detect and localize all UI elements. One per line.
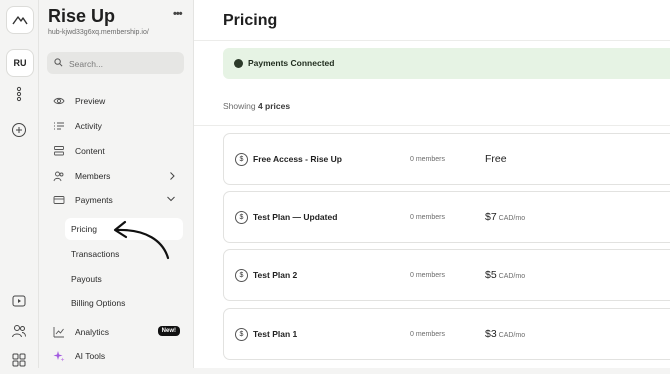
nav-item-preview[interactable]: Preview xyxy=(47,90,184,112)
people-icon[interactable] xyxy=(10,322,28,340)
members-icon xyxy=(53,170,65,182)
price-card[interactable]: $ Test Plan — Updated 0 members $7 CAD/m… xyxy=(223,191,670,243)
dollar-circle-icon: $ xyxy=(235,269,248,282)
search-box[interactable] xyxy=(47,52,184,74)
sparkle-icon xyxy=(53,350,65,362)
video-icon[interactable] xyxy=(10,292,28,310)
sidebar-item-payouts[interactable]: Payouts xyxy=(65,268,183,290)
price-amount: $5 CAD/mo xyxy=(485,269,526,281)
app-title: Rise Up xyxy=(48,6,116,26)
vertical-dots-icon[interactable] xyxy=(10,85,28,103)
info-icon xyxy=(234,59,243,68)
price-name: Test Plan — Updated xyxy=(253,212,338,222)
sidebar: Rise Up ••• hub-kjwd33g6xq.membership.io… xyxy=(39,0,192,368)
price-name: Test Plan 2 xyxy=(253,270,298,280)
price-members: 0 members xyxy=(410,156,446,163)
price-name: Free Access - Rise Up xyxy=(253,154,342,164)
chevron-down-icon xyxy=(167,196,175,202)
dollar-circle-icon: $ xyxy=(235,153,248,166)
nav-label: Members xyxy=(75,171,111,181)
analytics-chart-icon xyxy=(53,326,65,338)
price-card[interactable]: $ Free Access - Rise Up 0 members Free xyxy=(223,133,670,185)
nav-item-ai-tools[interactable]: AI Tools xyxy=(47,345,184,367)
nav-item-analytics[interactable]: Analytics New! xyxy=(47,321,184,343)
icon-rail: RU xyxy=(0,0,39,368)
price-amount: $7 CAD/mo xyxy=(485,211,526,223)
eye-icon xyxy=(53,95,65,107)
list-divider xyxy=(194,125,670,126)
nav-label: Analytics xyxy=(75,327,110,337)
nav-label: AI Tools xyxy=(75,351,106,361)
more-options-icon[interactable]: ••• xyxy=(173,8,183,20)
workspace-avatar[interactable]: RU xyxy=(6,49,34,77)
page-title: Pricing xyxy=(223,12,278,29)
nav-label: Activity xyxy=(75,121,102,131)
nav-label: Payouts xyxy=(71,274,102,284)
credit-card-icon xyxy=(53,194,65,206)
price-members: 0 members xyxy=(410,272,446,279)
dollar-circle-icon: $ xyxy=(235,211,248,224)
dollar-circle-icon: $ xyxy=(235,328,248,341)
price-name: Test Plan 1 xyxy=(253,329,298,339)
price-members: 0 members xyxy=(410,214,446,221)
nav-item-members[interactable]: Members xyxy=(47,165,184,187)
nav-label: Preview xyxy=(75,96,106,106)
price-card[interactable]: $ Test Plan 2 0 members $5 CAD/mo xyxy=(223,249,670,301)
price-amount: $3 CAD/mo xyxy=(485,328,526,340)
payments-connected-banner: Payments Connected xyxy=(223,48,670,79)
price-members: 0 members xyxy=(410,331,446,338)
sidebar-item-billing-options[interactable]: Billing Options xyxy=(65,292,183,314)
chevron-right-icon xyxy=(170,172,175,180)
nav-label: Pricing xyxy=(71,224,97,234)
nav-label: Billing Options xyxy=(71,298,126,308)
main-panel: Pricing Payments Connected Showing 4 pri… xyxy=(193,0,670,368)
new-badge: New! xyxy=(157,326,180,336)
search-icon xyxy=(54,58,63,67)
add-hub-icon[interactable] xyxy=(10,121,28,139)
nav-item-content[interactable]: Content xyxy=(47,140,184,162)
showing-count: Showing 4 prices xyxy=(223,101,291,111)
app-url: hub-kjwd33g6xq.membership.io/ xyxy=(48,29,149,36)
grid-apps-icon[interactable] xyxy=(10,351,28,369)
header-divider xyxy=(194,40,670,41)
activity-list-icon xyxy=(53,120,65,132)
price-card[interactable]: $ Test Plan 1 0 members $3 CAD/mo xyxy=(223,308,670,360)
price-count: 4 prices xyxy=(257,101,291,111)
app-logo-icon[interactable] xyxy=(6,6,34,34)
annotation-arrow-icon xyxy=(113,220,170,260)
search-input[interactable] xyxy=(67,54,181,74)
nav-label: Content xyxy=(75,146,105,156)
nav-item-payments[interactable]: Payments xyxy=(47,189,184,211)
content-stack-icon xyxy=(53,145,65,157)
nav-item-activity[interactable]: Activity xyxy=(47,115,184,137)
nav-label: Payments xyxy=(75,195,113,205)
price-amount: Free xyxy=(485,153,507,165)
banner-text: Payments Connected xyxy=(248,58,335,68)
